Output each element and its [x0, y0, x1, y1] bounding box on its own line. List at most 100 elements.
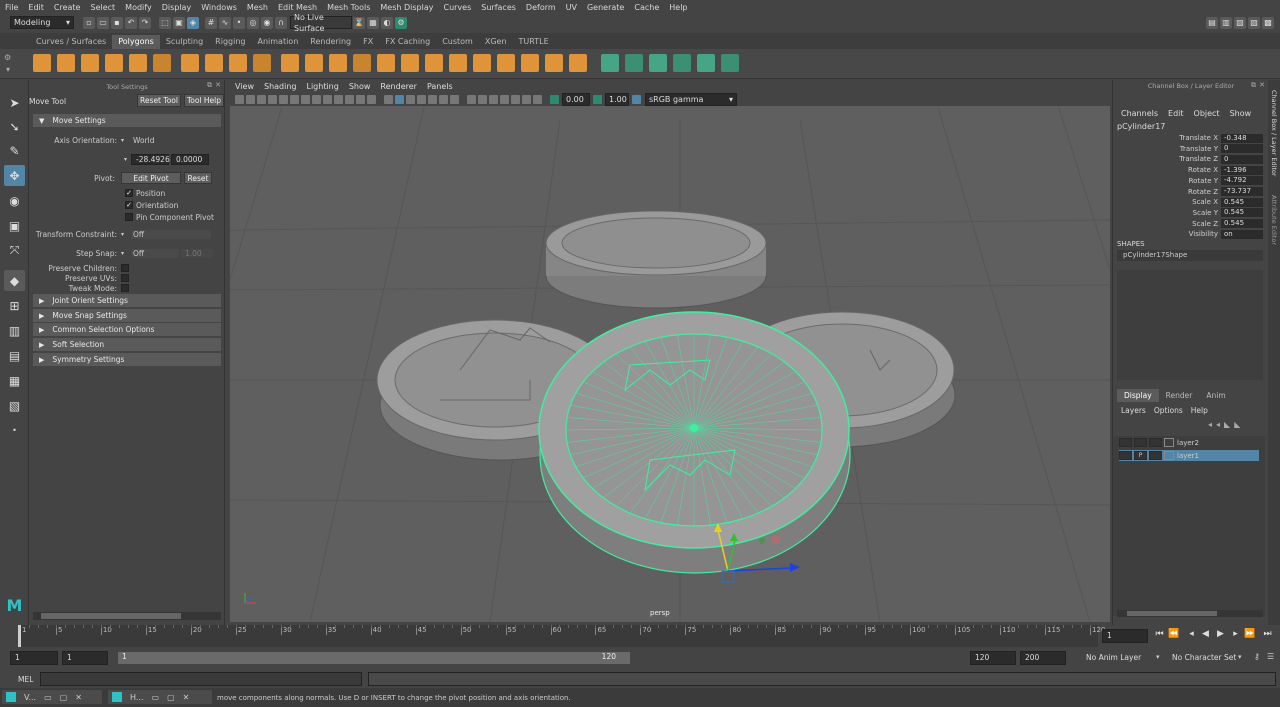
range-inner-start-field[interactable]: 1	[62, 651, 108, 665]
viewport-menu-panels[interactable]: Panels	[422, 82, 458, 91]
menu-windows[interactable]: Windows	[196, 3, 242, 12]
shape-name[interactable]: pCylinder17Shape	[1117, 250, 1263, 261]
bookmark-icon[interactable]	[257, 94, 266, 104]
planar-uv-icon[interactable]	[721, 54, 739, 72]
character-set-arrow-icon[interactable]: ▾	[1238, 653, 1242, 661]
snap-view-icon[interactable]: ◎	[247, 16, 259, 29]
menu-generate[interactable]: Generate	[582, 3, 629, 12]
menu-mesh-tools[interactable]: Mesh Tools	[322, 3, 375, 12]
new-empty-layer-icon[interactable]: ◣	[1224, 420, 1230, 429]
channel-box-toggle-icon[interactable]: ▩	[1262, 16, 1274, 29]
close-channel-icon[interactable]: ✕	[1259, 81, 1265, 89]
tweak-mode-checkbox[interactable]	[121, 284, 129, 292]
position-checkbox[interactable]: ✓	[125, 189, 133, 197]
target-weld-icon[interactable]	[649, 54, 667, 72]
current-frame-field[interactable]: 1	[1102, 629, 1148, 643]
layer-color-swatch[interactable]	[1164, 451, 1174, 460]
layer-row[interactable]: Player1	[1119, 450, 1259, 461]
super-shape-icon[interactable]	[329, 54, 347, 72]
sphere-icon[interactable]	[33, 54, 51, 72]
pin-pivot-checkbox[interactable]	[125, 213, 133, 221]
attribute-value[interactable]: -73.737	[1221, 187, 1263, 196]
more-layouts-icon[interactable]: •	[4, 420, 25, 441]
tool-help-button[interactable]: Tool Help	[184, 94, 224, 107]
minimized-window-1[interactable]: V... ▭ ▢ ✕	[2, 690, 102, 704]
step-back-key-icon[interactable]: ⏪	[1168, 629, 1179, 640]
play-backward-icon[interactable]: ◀	[1200, 629, 1211, 640]
pyramid-icon[interactable]	[205, 54, 223, 72]
layer-visibility-toggle[interactable]	[1119, 451, 1132, 460]
attribute-row[interactable]: Scale Y 0.545	[1113, 208, 1265, 218]
extrude-icon[interactable]	[545, 54, 563, 72]
attribute-editor-side-tab[interactable]: Attribute Editor	[1270, 195, 1278, 245]
colorspace-dropdown[interactable]: sRGB gamma ▾	[645, 92, 737, 106]
attribute-row[interactable]: Scale X 0.545	[1113, 197, 1265, 207]
layer-playback-toggle[interactable]: P	[1134, 451, 1147, 460]
move-layer-up-icon[interactable]: ◂	[1208, 420, 1212, 429]
rotate-tool-icon[interactable]: ◉	[4, 190, 25, 211]
restore-icon[interactable]: ▭	[44, 693, 52, 702]
maximize-icon[interactable]: ▢	[167, 693, 175, 702]
attribute-value[interactable]: 0	[1221, 154, 1263, 164]
prefs-icon[interactable]: ☰	[1267, 652, 1274, 661]
attribute-row[interactable]: Scale Z 0.545	[1113, 219, 1265, 229]
exposure-icon[interactable]	[550, 94, 559, 104]
menu-uv[interactable]: UV	[561, 3, 582, 12]
attribute-value[interactable]: 0.545	[1221, 197, 1263, 207]
coord-a-field[interactable]: -28.4926	[131, 153, 170, 165]
scale-tool-icon[interactable]: ▣	[4, 215, 25, 236]
separate-icon[interactable]	[401, 54, 419, 72]
shelf-tab-polygons[interactable]: Polygons	[112, 35, 160, 49]
snap-point-icon[interactable]: •	[233, 16, 245, 29]
shelf-menu-icon[interactable]: ▾	[6, 65, 10, 74]
attribute-value[interactable]: 0.545	[1221, 219, 1263, 229]
range-start-field[interactable]: 1	[10, 651, 58, 665]
layer-playback-toggle[interactable]	[1134, 438, 1147, 447]
gamma-icon[interactable]	[593, 94, 602, 104]
constraint-dropdown-icon[interactable]: ▾	[121, 231, 131, 238]
cylinder-icon[interactable]	[81, 54, 99, 72]
grid-icon[interactable]	[301, 94, 310, 104]
step-back-frame-icon[interactable]: ◂	[1186, 629, 1197, 640]
character-set-dropdown[interactable]: No Character Set	[1172, 653, 1236, 662]
channel-menu-show[interactable]: Show	[1230, 109, 1252, 118]
menu-deform[interactable]: Deform	[521, 3, 561, 12]
key-icon[interactable]: ⚷	[1254, 652, 1260, 661]
multi-cut-icon[interactable]	[673, 54, 691, 72]
attribute-row[interactable]: Rotate Y -4.792	[1113, 176, 1265, 186]
new-scene-icon[interactable]: ▫	[83, 16, 95, 29]
move-settings-frame[interactable]: ▼ Move Settings	[33, 114, 221, 127]
preserve-uvs-checkbox[interactable]	[121, 274, 129, 282]
play-forward-icon[interactable]: ▶	[1215, 629, 1226, 640]
menu-display[interactable]: Display	[157, 3, 197, 12]
step-forward-key-icon[interactable]: ⏩	[1244, 629, 1255, 640]
save-scene-icon[interactable]: ▪	[111, 16, 123, 29]
viewport-menu-view[interactable]: View	[230, 82, 259, 91]
cone-icon[interactable]	[105, 54, 123, 72]
transform-constraint-value[interactable]: Off	[131, 229, 211, 239]
select-tool-icon[interactable]: ➤	[4, 92, 25, 113]
shelf-tab-animation[interactable]: Animation	[251, 35, 304, 49]
select-hierarchy-icon[interactable]: ⬚	[159, 16, 171, 29]
pipe-icon[interactable]	[229, 54, 247, 72]
time-slider[interactable]: 1 5 10 15 20 25 30 35 40 45 50 55 60 65 70 75 80 85 90 95 10…	[0, 625, 1280, 647]
move-layer-down-icon[interactable]: ◂	[1216, 420, 1220, 429]
shelf-tab-fx-caching[interactable]: FX Caching	[379, 35, 436, 49]
menu-file[interactable]: File	[0, 3, 23, 12]
layer-menu-layers[interactable]: Layers	[1121, 406, 1146, 415]
layout-icon[interactable]: ▥	[1220, 16, 1232, 29]
symmetry-settings-frame[interactable]: ▶ Symmetry Settings	[33, 353, 221, 366]
render-frame-icon[interactable]: ▦	[367, 16, 379, 29]
attribute-row[interactable]: Rotate Z -73.737	[1113, 187, 1265, 197]
step-forward-frame-icon[interactable]: ▸	[1230, 629, 1241, 640]
menu-select[interactable]: Select	[85, 3, 120, 12]
menu-mesh-display[interactable]: Mesh Display	[375, 3, 438, 12]
command-input[interactable]	[40, 672, 362, 686]
axis-orientation-value[interactable]: World	[131, 136, 155, 145]
two-d-pan-icon[interactable]	[279, 94, 288, 104]
paint-select-tool-icon[interactable]: ✎	[4, 140, 25, 161]
disc-icon[interactable]	[181, 54, 199, 72]
attribute-editor-toggle-icon[interactable]: ▧	[1234, 16, 1246, 29]
cube-icon[interactable]	[57, 54, 75, 72]
reset-tool-button[interactable]: Reset Tool	[137, 94, 181, 107]
